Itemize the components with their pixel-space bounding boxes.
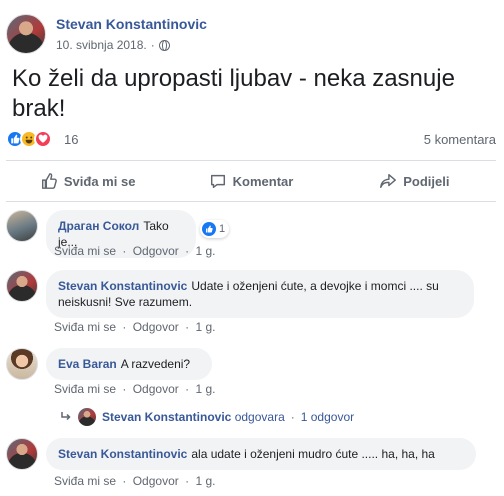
avatar[interactable] (6, 348, 38, 380)
comment: Stevan Konstantinovic Udate i oženjeni ću… (6, 270, 496, 336)
like-button[interactable]: Sviđa mi se (6, 161, 169, 201)
share-button-label: Podijeli (403, 173, 450, 189)
comment-reply-link[interactable]: Odgovor (133, 382, 179, 396)
love-icon (34, 130, 52, 148)
share-button[interactable]: Podijeli (333, 161, 496, 201)
reply-summary: Stevan Konstantinovic odgovara (102, 410, 285, 424)
speech-bubble-icon (210, 174, 225, 189)
post-actions: Sviđa mi se Komentar Podijeli (6, 160, 496, 202)
comment-like-link[interactable]: Sviđa mi se (54, 320, 116, 334)
comment-button-label: Komentar (232, 173, 294, 189)
comment-time-link[interactable]: 1 g. (195, 382, 215, 396)
reaction-icons[interactable] (6, 130, 52, 148)
comment-time-link[interactable]: 1 g. (195, 244, 215, 258)
author-name[interactable]: Stevan Konstantinovic (56, 16, 207, 32)
commenter-name[interactable]: Stevan Konstantinovic (58, 447, 187, 461)
avatar[interactable] (6, 210, 38, 242)
comment-text: ala udate i oženjeni mudro ćute ..... ha… (191, 447, 435, 461)
reactions-summary: 16 5 komentara (6, 130, 496, 150)
link-separator: · (185, 382, 190, 396)
avatar[interactable] (6, 438, 38, 470)
reply-separator: · (290, 410, 295, 424)
post-date[interactable]: 10. svibnja 2018. (56, 38, 147, 52)
comment-like-link[interactable]: Sviđa mi se (54, 244, 116, 258)
post-header: Stevan Konstantinovic 10. svibnja 2018. … (6, 10, 496, 60)
like-button-label: Sviđa mi se (63, 173, 136, 189)
globe-icon[interactable] (158, 39, 170, 51)
comment: Драган Сокол Tako je... 1 Sviđa mi se · O… (6, 210, 496, 260)
comment-reaction[interactable]: 1 (200, 220, 230, 238)
commenter-name[interactable]: Драган Сокол (58, 219, 139, 233)
comment-reply-link[interactable]: Odgovor (133, 244, 179, 258)
reply-arrow-icon (61, 412, 71, 421)
link-separator: · (185, 244, 190, 258)
post-meta: 10. svibnja 2018. · (56, 38, 170, 52)
comment-button[interactable]: Komentar (169, 161, 332, 201)
post-text: Ko želi da upropasti ljubav - neka zasnu… (12, 65, 455, 122)
link-separator: · (122, 320, 127, 334)
link-separator: · (185, 320, 190, 334)
avatar[interactable] (6, 270, 38, 302)
link-separator: · (122, 474, 127, 488)
comment: Eva Baran A razvedeni? Sviđa mi se · Odgo… (6, 348, 496, 398)
comment-text: A razvedeni? (120, 357, 191, 371)
commenter-name[interactable]: Stevan Konstantinovic (58, 279, 187, 293)
comment-like-link[interactable]: Sviđa mi se (54, 382, 116, 396)
reply-avatar (78, 408, 96, 426)
comment-reaction-count: 1 (219, 223, 226, 235)
comment-time-link[interactable]: 1 g. (195, 320, 215, 334)
reply-action: odgovara (234, 410, 285, 424)
commenter-name[interactable]: Eva Baran (58, 357, 117, 371)
comment-bubble: Eva Baran A razvedeni? (46, 348, 212, 380)
comment-bubble: Stevan Konstantinovic Udate i oženjeni ću… (46, 270, 474, 318)
reaction-count[interactable]: 16 (64, 132, 78, 147)
comment: Stevan Konstantinovic ala udate i oženjen… (6, 438, 496, 490)
comment-actions: Sviđa mi se · Odgovor · 1 g. (54, 474, 218, 488)
comment-actions: Sviđa mi se · Odgovor · 1 g. (54, 320, 218, 334)
meta-separator: · (150, 38, 155, 52)
comment-bubble: Stevan Konstantinovic ala udate i oženjen… (46, 438, 476, 470)
comment-count[interactable]: 5 komentara (424, 132, 496, 147)
like-icon (202, 222, 216, 236)
comment-like-link[interactable]: Sviđa mi se (54, 474, 116, 488)
reply-count: 1 odgovor (300, 410, 355, 424)
comment-actions: Sviđa mi se · Odgovor · 1 g. (54, 382, 218, 396)
author-avatar[interactable] (6, 14, 46, 54)
link-separator: · (185, 474, 190, 488)
comment-time-link[interactable]: 1 g. (195, 474, 215, 488)
link-separator: · (122, 382, 127, 396)
comment-reply-link[interactable]: Odgovor (133, 320, 179, 334)
reply-author: Stevan Konstantinovic (102, 410, 232, 424)
share-arrow-icon (380, 173, 397, 189)
comment-reply-link[interactable]: Odgovor (133, 474, 179, 488)
thumbs-up-icon (41, 173, 57, 189)
link-separator: · (122, 244, 127, 258)
view-replies-link[interactable]: Stevan Konstantinovic odgovara · 1 odgov… (60, 408, 354, 426)
comment-actions: Sviđa mi se · Odgovor · 1 g. (54, 244, 218, 258)
